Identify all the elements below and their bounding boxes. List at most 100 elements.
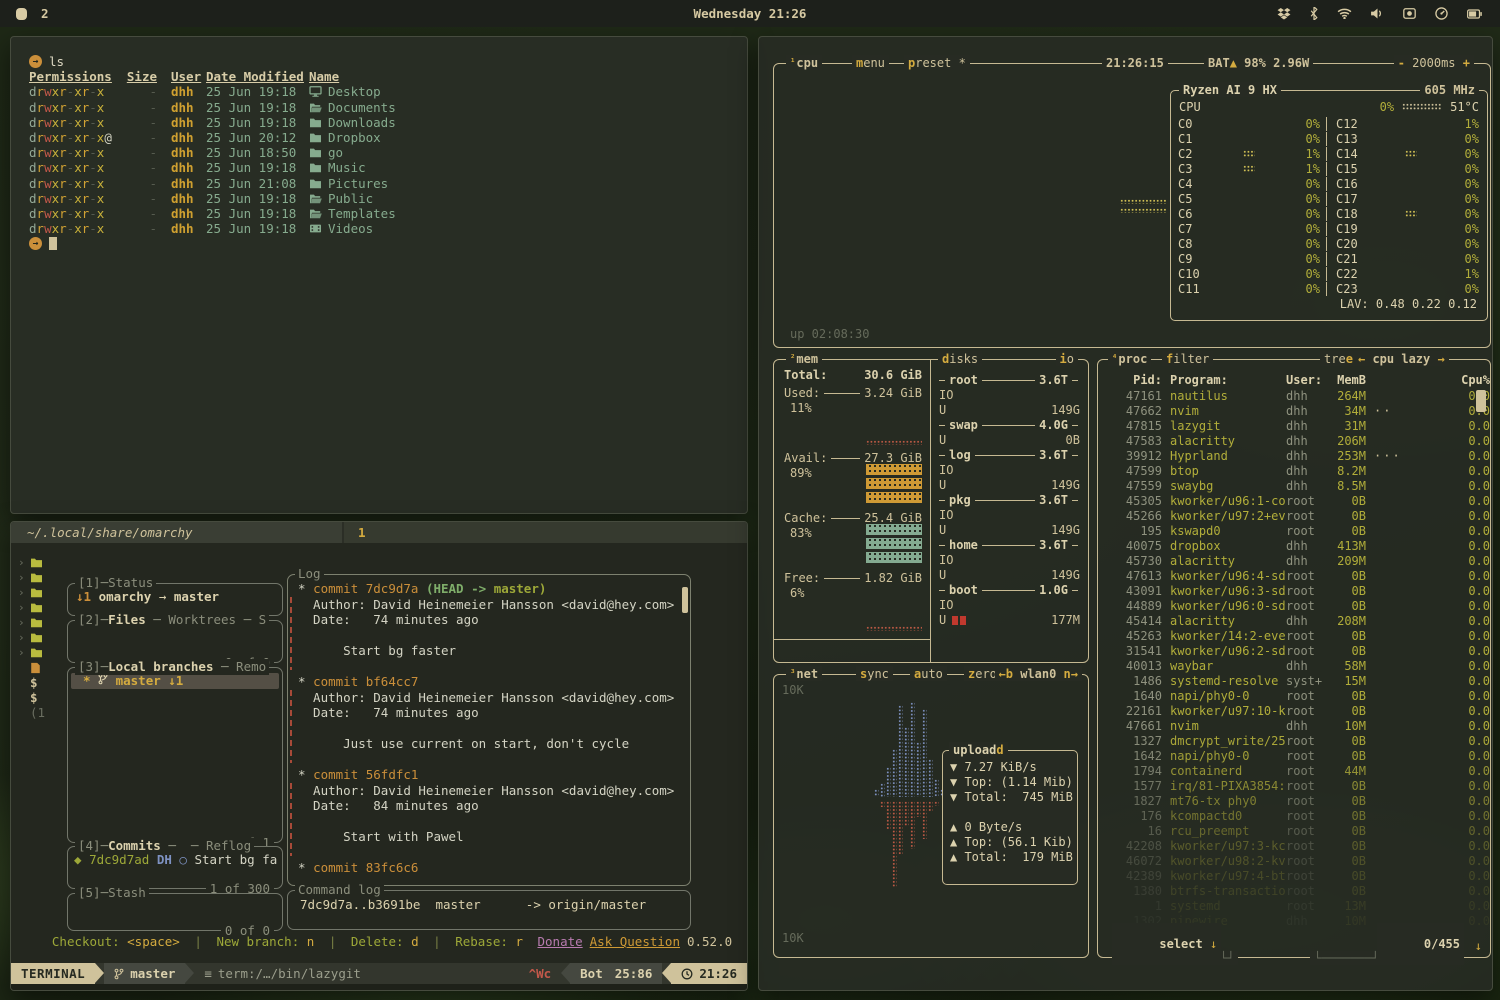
process-row[interactable]: 22161kworker/u97:10-kroot0B0.0: [1098, 703, 1490, 718]
disk-used-label: U: [939, 403, 946, 417]
process-row[interactable]: 1380btrfs-transactioroot0B0.0: [1098, 883, 1490, 898]
ask-question-link[interactable]: Ask Question: [590, 934, 680, 949]
tree-item[interactable]: $: [11, 690, 65, 705]
process-row[interactable]: 16rcu_preemptroot0B0.0: [1098, 823, 1490, 838]
refresh-interval-control[interactable]: - 2000ms +: [1394, 55, 1474, 70]
file-tree-strip[interactable]: ››››››› $ $ (1: [11, 555, 65, 720]
proc-sort-nav[interactable]: ← cpu lazy →: [1354, 351, 1449, 366]
screencast-icon[interactable]: [1403, 8, 1416, 19]
lazygit-branches-panel[interactable]: [3]─Local branches ─ Remo * master ↓1 1 …: [67, 667, 283, 843]
tree-item[interactable]: (1: [11, 705, 65, 720]
process-row[interactable]: 45263kworker/14:2-everoot0B0.0: [1098, 628, 1490, 643]
process-row[interactable]: 45730alacrittydhh209M0.0: [1098, 553, 1490, 568]
process-row[interactable]: 44889kworker/u96:0-sdroot0B0.0: [1098, 598, 1490, 613]
col-user[interactable]: User:: [1286, 373, 1330, 387]
tree-item[interactable]: ›: [11, 585, 65, 600]
process-row[interactable]: 43091kworker/u96:3-sdroot0B0.0: [1098, 583, 1490, 598]
process-row[interactable]: 1486systemd-resolvesyst+15M0.0: [1098, 673, 1490, 688]
process-row[interactable]: 31541kworker/u96:2-sdroot0B0.0: [1098, 643, 1490, 658]
volume-icon[interactable]: [1371, 8, 1384, 19]
process-row[interactable]: 46072kworker/u98:2-kvroot0B0.0: [1098, 853, 1490, 868]
process-row[interactable]: 195kswapd0root0B0.0: [1098, 523, 1490, 538]
proc-scrollbar[interactable]: [1476, 390, 1486, 412]
col-memb[interactable]: MemB: [1330, 373, 1366, 387]
workspace-indicator-icon[interactable]: [16, 8, 27, 20]
process-row[interactable]: 40013waybardhh58M0.0: [1098, 658, 1490, 673]
process-row[interactable]: 1systemdroot13M0.0: [1098, 898, 1490, 913]
wifi-icon[interactable]: [1337, 8, 1352, 19]
process-row[interactable]: 1794containerdroot44M0.0: [1098, 763, 1490, 778]
tree-item[interactable]: ›: [11, 645, 65, 660]
process-row[interactable]: 47599btopdhh8.2M0.0: [1098, 463, 1490, 478]
branch-row-master[interactable]: * master ↓1: [71, 673, 279, 689]
process-row[interactable]: 42208kworker/u97:3-kcroot0B0.0: [1098, 838, 1490, 853]
col-program[interactable]: Program:: [1170, 373, 1286, 387]
tab-1[interactable]: 1: [344, 522, 747, 543]
tree-item[interactable]: [11, 660, 65, 675]
process-row[interactable]: 1642napi/phy0-0root0B0.0: [1098, 748, 1490, 763]
bluetooth-icon[interactable]: [1310, 7, 1318, 20]
btop-cpu-box[interactable]: ¹cpu menu preset * 21:26:15 BAT▲ 98% 2.9…: [773, 63, 1491, 348]
process-row[interactable]: 39912Hyprlanddhh253M···0.0: [1098, 448, 1490, 463]
process-row[interactable]: 47583alacrittydhh206M0.0: [1098, 433, 1490, 448]
process-row[interactable]: 45305kworker/u96:1-coroot0B0.0: [1098, 493, 1490, 508]
statusline-branch[interactable]: master: [104, 963, 185, 984]
donate-link[interactable]: Donate: [538, 934, 583, 949]
keybind-hint[interactable]: Delete: d: [351, 934, 426, 949]
proc-select-hint[interactable]: select ↓: [1112, 923, 1221, 965]
proc-tree-toggle[interactable]: tree: [1320, 351, 1357, 366]
process-row[interactable]: 1577irq/81-PIXA3854:root0B0.0: [1098, 778, 1490, 793]
process-row[interactable]: 47613kworker/u96:4-sdroot0B0.0: [1098, 568, 1490, 583]
lazygit-command-log-panel[interactable]: Command log 7dc9d7a..b3691be master -> o…: [287, 890, 691, 930]
process-row[interactable]: 176kcompactd0root0B0.0: [1098, 808, 1490, 823]
workspace-number[interactable]: 2: [41, 6, 49, 21]
tree-item[interactable]: ›: [11, 615, 65, 630]
process-row[interactable]: 1640napi/phy0-0root0B0.0: [1098, 688, 1490, 703]
process-row[interactable]: 45266kworker/u97:2+evroot0B0.0: [1098, 508, 1490, 523]
keybind-hint[interactable]: New branch: n: [216, 934, 321, 949]
process-row[interactable]: 1327dmcrypt_write/25root0B0.0: [1098, 733, 1490, 748]
process-row[interactable]: 47815lazygitdhh31M0.0: [1098, 418, 1490, 433]
btop-net-box[interactable]: ³net sync auto zero ←b wlan0 n→ 10K 10K …: [773, 674, 1089, 958]
lazygit-files-panel[interactable]: [2]─Files ─ Worktrees ─ S 0 of 0: [67, 620, 283, 663]
process-row[interactable]: 42389kworker/u97:4-btroot0B0.0: [1098, 868, 1490, 883]
process-row[interactable]: 40075dropboxdhh413M0.0: [1098, 538, 1490, 553]
lazygit-commits-panel[interactable]: [4]─Commits ─ ─ Reflog ◆ 7dc9d7ad DH ○ S…: [67, 846, 283, 889]
tree-item[interactable]: $: [11, 675, 65, 690]
dropbox-icon[interactable]: [1277, 8, 1291, 20]
tree-item[interactable]: ›: [11, 630, 65, 645]
lazygit-stash-panel[interactable]: [5]─Stash 0 of 0: [67, 893, 283, 931]
keybind-hint[interactable]: Rebase: r: [455, 934, 530, 949]
cpu-box-tab[interactable]: ¹cpu: [786, 55, 822, 70]
statusline-file[interactable]: ≡ term:/…/bin/lazygit: [194, 963, 371, 984]
preset-button[interactable]: preset *: [904, 55, 970, 70]
keybind-hint[interactable]: Checkout: <space>: [52, 934, 187, 949]
process-row[interactable]: 47559swaybgdhh8.5M0.0: [1098, 478, 1490, 493]
tree-item[interactable]: ›: [11, 600, 65, 615]
menu-button[interactable]: menu: [852, 55, 889, 70]
btop-proc-box[interactable]: ⁴proc filter tree ← cpu lazy → Pid: Prog…: [1097, 359, 1491, 958]
process-row[interactable]: 47161nautilusdhh264M0.0: [1098, 388, 1490, 403]
proc-filter-button[interactable]: filter: [1162, 351, 1213, 366]
lazygit-log-panel[interactable]: Log * commit 7dc9d7a (HEAD -> master) Au…: [287, 574, 691, 886]
process-row[interactable]: 1827mt76-tx phy0root0B0.0: [1098, 793, 1490, 808]
process-row[interactable]: 47662nvimdhh34M··0.0: [1098, 403, 1490, 418]
gauge-icon[interactable]: [1435, 7, 1448, 20]
process-row[interactable]: 47661nvimdhh10M0.0: [1098, 718, 1490, 733]
neovim-lazygit-window[interactable]: ~/.local/share/omarchy 1 ››››››› $ $ (1 …: [10, 521, 748, 991]
battery-icon[interactable]: [1467, 9, 1482, 19]
btop-mem-box[interactable]: ²mem disks io Total:30.6 GiBUsed:3.24 Gi…: [773, 359, 1089, 663]
prompt-line-next[interactable]: →: [29, 236, 747, 251]
tree-item[interactable]: ›: [11, 555, 65, 570]
btop-window[interactable]: ¹cpu menu preset * 21:26:15 BAT▲ 98% 2.9…: [758, 36, 1493, 991]
proc-box-tab[interactable]: ⁴proc: [1108, 351, 1151, 366]
col-pid[interactable]: Pid:: [1098, 373, 1162, 387]
log-scrollbar[interactable]: [682, 587, 688, 613]
commit-row[interactable]: ◆ 7dc9d7ad DH ○ Start bg fa: [68, 852, 282, 868]
proc-scroll-down-icon[interactable]: ↓: [1475, 939, 1482, 953]
process-row[interactable]: 45414alacrittydhh208M0.0: [1098, 613, 1490, 628]
terminal-window-ls[interactable]: → ls PermissionsSizeUserDate ModifiedNam…: [10, 36, 748, 514]
winbar-path-segment[interactable]: ~/.local/share/omarchy: [11, 522, 342, 543]
tree-item[interactable]: ›: [11, 570, 65, 585]
col-cpu[interactable]: Cpu%: [1430, 373, 1490, 387]
